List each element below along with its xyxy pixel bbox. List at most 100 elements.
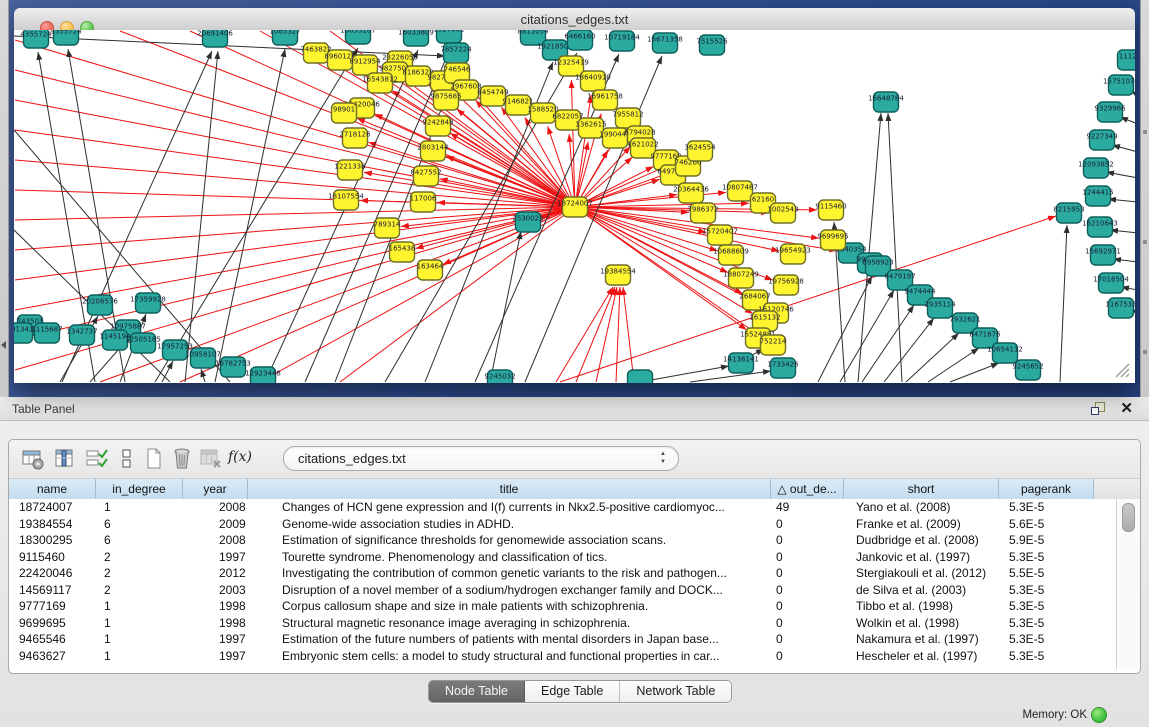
cell-year[interactable]: 1997 bbox=[183, 549, 248, 566]
left-panel-strip[interactable] bbox=[0, 0, 9, 397]
cell-year[interactable]: 2012 bbox=[183, 565, 248, 582]
memory-status-indicator[interactable] bbox=[1091, 707, 1107, 723]
cell-year[interactable]: 1997 bbox=[183, 648, 248, 665]
table-row[interactable]: 1872400712008Changes of HCN gene express… bbox=[9, 499, 1117, 516]
graph-node-teal[interactable]: 1342737 bbox=[66, 325, 97, 345]
graph-node-yellow[interactable]: 117006 bbox=[410, 192, 437, 212]
cell-year[interactable]: 2003 bbox=[183, 582, 248, 599]
graph-node-teal[interactable]: 10719184 bbox=[604, 31, 640, 51]
cell-year[interactable]: 1997 bbox=[183, 631, 248, 648]
graph-node-teal[interactable]: 9329966 bbox=[1094, 102, 1126, 122]
cell-pagerank[interactable]: 5.3E-5 bbox=[999, 598, 1094, 615]
graph-node-yellow[interactable]: 9875685 bbox=[430, 90, 461, 110]
graph-node-yellow[interactable]: 752214 bbox=[760, 335, 787, 355]
cell-in_degree[interactable]: 1 bbox=[96, 598, 183, 615]
column-header-in_degree[interactable]: in_degree bbox=[96, 479, 183, 499]
column-header-year[interactable]: year bbox=[183, 479, 248, 499]
table-row[interactable]: 911546021997Tourette syndrome. Phenomeno… bbox=[9, 549, 1117, 566]
cell-pagerank[interactable]: 5.3E-5 bbox=[999, 648, 1094, 665]
stacked-squares-icon[interactable] bbox=[115, 447, 139, 471]
cell-name[interactable]: 9777169 bbox=[9, 598, 96, 615]
tab-node-table[interactable]: Node Table bbox=[429, 681, 525, 702]
graph-node-yellow[interactable]: 9115460 bbox=[815, 200, 846, 220]
table-row[interactable]: 977716911998Corpus callosum shape and si… bbox=[9, 598, 1117, 615]
graph-node-yellow[interactable]: 3624554 bbox=[684, 141, 716, 161]
graph-node-teal[interactable]: 17359928 bbox=[130, 293, 166, 313]
table-row[interactable]: 1830029562008Estimation of significance … bbox=[9, 532, 1117, 549]
cell-out_de[interactable]: 0 bbox=[771, 598, 844, 615]
graph-node-teal[interactable]: 15692971 bbox=[1085, 245, 1121, 265]
graph-node-teal[interactable]: 9355724 bbox=[50, 30, 82, 45]
graph-node-teal[interactable]: 1115687 bbox=[31, 323, 62, 343]
cell-short[interactable]: Stergiakouli et al. (2012) bbox=[844, 565, 999, 582]
cell-in_degree[interactable]: 6 bbox=[96, 516, 183, 533]
graph-node-teal[interactable]: 16033809 bbox=[398, 30, 434, 46]
cell-name[interactable]: 18724007 bbox=[9, 499, 96, 516]
graph-node-teal[interactable]: 7857224 bbox=[440, 43, 472, 63]
graph-node-yellow[interactable]: 8427552 bbox=[410, 166, 441, 186]
cell-in_degree[interactable]: 1 bbox=[96, 499, 183, 516]
canvas-resize-grip[interactable] bbox=[1116, 364, 1129, 377]
cell-short[interactable]: Jankovic et al. (1997) bbox=[844, 549, 999, 566]
cell-pagerank[interactable]: 5.3E-5 bbox=[999, 499, 1094, 516]
cell-out_de[interactable]: 0 bbox=[771, 648, 844, 665]
graph-node-teal[interactable]: 12923448 bbox=[245, 367, 281, 383]
graph-node-yellow[interactable]: 1002543 bbox=[767, 203, 798, 223]
column-edit-icon[interactable] bbox=[53, 447, 77, 471]
table-row[interactable]: 946362711997Embryonic stem cells: a mode… bbox=[9, 648, 1117, 665]
table-row[interactable]: 946554611997Estimation of the future num… bbox=[9, 631, 1117, 648]
cell-out_de[interactable]: 0 bbox=[771, 549, 844, 566]
cell-title[interactable]: Investigating the contribution of common… bbox=[248, 565, 771, 582]
cell-name[interactable]: 19384554 bbox=[9, 516, 96, 533]
function-builder-icon[interactable]: f(x) bbox=[228, 449, 252, 465]
cell-short[interactable]: Franke et al. (2009) bbox=[844, 516, 999, 533]
graph-node-teal[interactable]: 11123 bbox=[1118, 50, 1136, 70]
table-settings-icon[interactable] bbox=[21, 447, 45, 471]
cell-title[interactable]: Genome-wide association studies in ADHD. bbox=[248, 516, 771, 533]
cell-in_degree[interactable]: 2 bbox=[96, 549, 183, 566]
cell-in_degree[interactable]: 1 bbox=[96, 648, 183, 665]
cell-pagerank[interactable]: 5.3E-5 bbox=[999, 582, 1094, 599]
cell-year[interactable]: 2009 bbox=[183, 516, 248, 533]
cell-pagerank[interactable]: 5.5E-5 bbox=[999, 565, 1094, 582]
cell-name[interactable]: 9463627 bbox=[9, 648, 96, 665]
window-titlebar[interactable]: citations_edges.txt bbox=[14, 8, 1135, 31]
scrollbar-thumb[interactable] bbox=[1122, 503, 1135, 532]
cell-out_de[interactable]: 0 bbox=[771, 582, 844, 599]
graph-node-teal[interactable]: 9245652 bbox=[1012, 360, 1043, 380]
cell-title[interactable]: Embryonic stem cells: a model to study s… bbox=[248, 648, 771, 665]
right-panel-strip[interactable] bbox=[1140, 0, 1149, 397]
cell-in_degree[interactable]: 2 bbox=[96, 565, 183, 582]
cell-short[interactable]: de Silva et al. (2003) bbox=[844, 582, 999, 599]
cell-short[interactable]: Dudbridge et al. (2008) bbox=[844, 532, 999, 549]
select-rows-icon[interactable] bbox=[85, 447, 109, 471]
graph-node-teal[interactable]: 10654112 bbox=[987, 343, 1023, 363]
cell-title[interactable]: Estimation of significance thresholds fo… bbox=[248, 532, 771, 549]
cell-in_degree[interactable]: 2 bbox=[96, 582, 183, 599]
graph-node-yellow[interactable]: 16961758 bbox=[587, 90, 623, 110]
graph-node-yellow[interactable]: 165438 bbox=[389, 242, 416, 262]
graph-node-yellow[interactable]: 2718126 bbox=[339, 128, 371, 148]
tab-edge-table[interactable]: Edge Table bbox=[525, 681, 620, 702]
delete-table-icon[interactable] bbox=[171, 447, 195, 471]
graph-node-teal[interactable]: 16648784 bbox=[868, 92, 904, 112]
graph-node-teal[interactable]: 1733426 bbox=[767, 358, 799, 378]
graph-node-yellow[interactable]: 19384554 bbox=[600, 265, 636, 285]
graph-node-teal[interactable]: 1244415 bbox=[1082, 186, 1113, 206]
graph-node-yellow[interactable]: 18724007 bbox=[557, 197, 593, 217]
network-window[interactable]: citations_edges.txt 43557249355724206914… bbox=[14, 8, 1135, 383]
cell-title[interactable]: Tourette syndrome. Phenomenology and cla… bbox=[248, 549, 771, 566]
cell-short[interactable]: Tibbo et al. (1998) bbox=[844, 598, 999, 615]
cell-name[interactable]: 22420046 bbox=[9, 565, 96, 582]
cell-pagerank[interactable]: 5.3E-5 bbox=[999, 615, 1094, 632]
cell-name[interactable]: 9115460 bbox=[9, 549, 96, 566]
graph-node-yellow[interactable]: 20364436 bbox=[673, 183, 709, 203]
graph-node-yellow[interactable]: 789314 bbox=[374, 218, 401, 238]
table-selector-dropdown[interactable]: citations_edges.txt ▲▼ bbox=[283, 446, 679, 471]
cell-out_de[interactable]: 0 bbox=[771, 615, 844, 632]
cell-year[interactable]: 2008 bbox=[183, 499, 248, 516]
cell-pagerank[interactable]: 5.6E-5 bbox=[999, 516, 1094, 533]
graph-node-teal[interactable]: 7515526 bbox=[696, 35, 728, 55]
graph-node-yellow[interactable]: 15720407 bbox=[702, 225, 738, 245]
graph-node-teal[interactable]: 1065327 bbox=[269, 30, 300, 45]
